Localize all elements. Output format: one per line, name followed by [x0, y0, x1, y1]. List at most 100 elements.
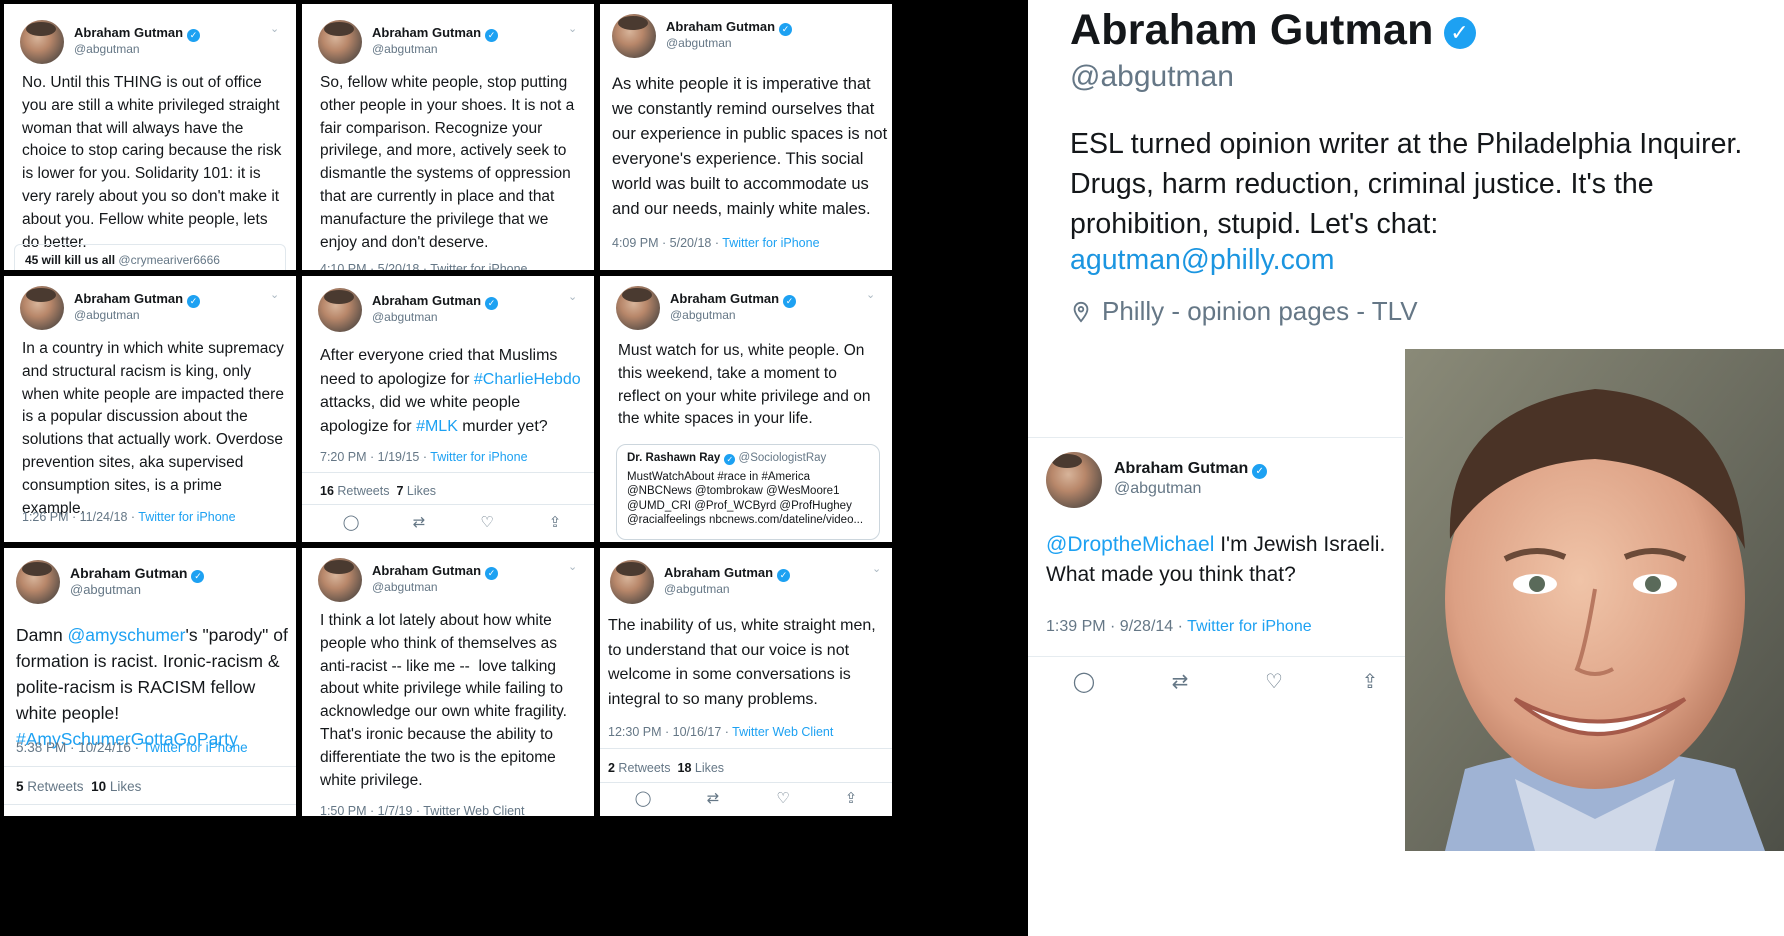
author-handle[interactable]: @abgutman — [372, 310, 438, 324]
like-icon[interactable]: ♡ — [478, 514, 496, 532]
author-name[interactable]: Abraham Gutman — [74, 25, 183, 40]
tweet-text: After everyone cried that Muslims need t… — [320, 344, 584, 438]
tweet-source-link[interactable]: Twitter for iPhone — [430, 450, 527, 464]
tweet-source-link[interactable]: Twitter for iPhone — [722, 236, 819, 250]
tweet-card[interactable]: Abraham Gutman ✓ @abgutman Damn @amyschum… — [4, 548, 296, 816]
profile-email-link[interactable]: agutman@philly.com — [1070, 244, 1334, 277]
avatar[interactable] — [616, 286, 660, 330]
retweet-icon[interactable]: ⇄ — [1168, 670, 1192, 694]
chevron-down-icon[interactable]: ⌄ — [270, 290, 280, 301]
tweet-header: Abraham Gutman ✓ @abgutman — [612, 14, 876, 62]
tweet-text: The inability of us, white straight men,… — [608, 617, 881, 708]
tweet-card[interactable]: Abraham Gutman ✓ @abgutman ⌄ No. Until th… — [4, 4, 296, 270]
chevron-down-icon[interactable]: ⌄ — [568, 562, 578, 573]
like-count[interactable]: 10 — [91, 779, 106, 794]
author-handle[interactable]: @abgutman — [670, 308, 736, 322]
retweet-count[interactable]: 2 — [608, 761, 615, 775]
author-name[interactable]: Abraham Gutman — [74, 291, 183, 306]
author-handle[interactable]: @abgutman — [74, 308, 140, 322]
chevron-down-icon[interactable]: ⌄ — [568, 24, 578, 35]
verified-check-icon: ✓ — [779, 23, 793, 36]
tweet-source-link[interactable]: Twitter for iPhone — [143, 740, 248, 755]
tweet-source-link[interactable]: Twitter Web Client — [732, 725, 833, 739]
retweet-icon[interactable]: ⇄ — [410, 514, 428, 532]
reply-icon[interactable]: ◯ — [634, 790, 652, 808]
author-name[interactable]: Abraham Gutman — [666, 19, 775, 34]
author-handle[interactable]: @abgutman — [666, 36, 732, 50]
avatar[interactable] — [16, 560, 60, 604]
retweet-count[interactable]: 16 — [320, 484, 334, 498]
avatar[interactable] — [20, 286, 64, 330]
author-handle[interactable]: @abgutman — [1114, 480, 1201, 498]
avatar[interactable] — [318, 288, 362, 332]
reply-icon[interactable]: ◯ — [342, 514, 360, 532]
author-name[interactable]: Abraham Gutman — [372, 293, 481, 308]
hashtag-link[interactable]: #CharlieHebdo — [474, 371, 581, 388]
author-name[interactable]: Abraham Gutman — [372, 563, 481, 578]
author-name[interactable]: Abraham Gutman — [664, 565, 773, 580]
author-name[interactable]: Abraham Gutman — [670, 291, 779, 306]
tweet-source-link[interactable]: Twitter for iPhone — [138, 510, 235, 524]
tweet-header: Abraham Gutman ✓ @abgutman ⌄ — [318, 20, 578, 68]
tweet-card[interactable]: Abraham Gutman ✓ @abgutman ⌄ The inabilit… — [600, 548, 892, 816]
avatar[interactable] — [318, 20, 362, 64]
tweet-card[interactable]: Abraham Gutman ✓ @abgutman ⌄ In a country… — [4, 276, 296, 542]
chevron-down-icon[interactable]: ⌄ — [866, 290, 876, 301]
mention-link[interactable]: @DroptheMichael — [1046, 533, 1214, 556]
avatar[interactable] — [612, 14, 656, 58]
tweet-header: Abraham Gutman ✓ @abgutman ⌄ — [610, 560, 881, 608]
chevron-down-icon[interactable]: ⌄ — [872, 564, 882, 575]
tweet-card[interactable]: Abraham Gutman ✓ @abgutman ⌄ After everyo… — [302, 276, 594, 542]
avatar[interactable] — [20, 20, 64, 64]
share-icon[interactable]: ⇪ — [1358, 670, 1382, 694]
reply-icon[interactable]: ◯ — [1072, 670, 1096, 694]
retweet-count[interactable]: 5 — [16, 779, 24, 794]
chevron-down-icon[interactable]: ⌄ — [270, 24, 280, 35]
retweet-icon[interactable]: ⇄ — [704, 790, 722, 808]
like-icon[interactable]: ♡ — [774, 790, 792, 808]
text-segment: Damn — [16, 625, 68, 645]
tweet-card[interactable]: Abraham Gutman ✓ @abgutman ⌄ Must watch f… — [600, 276, 892, 542]
author-handle[interactable]: @abgutman — [372, 42, 438, 56]
tweet-actions: ◯ ⇄ ♡ ⇪ — [1028, 670, 1405, 696]
tweet-card[interactable]: Abraham Gutman ✓ @abgutman @DroptheMichae… — [1028, 438, 1405, 718]
tweet-text: In a country in which white supremacy an… — [22, 340, 289, 517]
tweet-card[interactable]: Abraham Gutman ✓ @abgutman ⌄ So, fellow w… — [302, 4, 594, 270]
author-name[interactable]: Abraham Gutman — [372, 25, 481, 40]
quoted-tweet[interactable]: Dr. Rashawn Ray ✓ @SociologistRay MustWat… — [616, 444, 880, 540]
author-handle[interactable]: @abgutman — [74, 42, 140, 56]
author-name[interactable]: Abraham Gutman — [70, 565, 187, 581]
chevron-down-icon[interactable]: ⌄ — [568, 292, 578, 303]
avatar[interactable] — [610, 560, 654, 604]
share-icon[interactable]: ⇪ — [546, 514, 564, 532]
verified-check-icon: ✓ — [485, 29, 499, 42]
tweet-header: Abraham Gutman ✓ @abgutman ⌄ — [20, 286, 280, 334]
divider — [4, 804, 296, 805]
like-count[interactable]: 18 — [678, 761, 692, 775]
reply-author: 45 will kill us all — [25, 253, 116, 267]
author-handle[interactable]: @abgutman — [372, 580, 438, 594]
avatar[interactable] — [318, 558, 362, 602]
quoted-author-handle: @SociologistRay — [738, 452, 827, 464]
like-icon[interactable]: ♡ — [1262, 670, 1286, 694]
tweet-card[interactable]: Abraham Gutman ✓ @abgutman As white peopl… — [600, 4, 892, 270]
reply-preview[interactable]: 45 will kill us all @crymeariver6666 — [14, 244, 286, 270]
tweet-source-link[interactable]: Twitter for iPhone — [1187, 618, 1312, 635]
tweet-time: 1:26 PM · 11/24/18 · — [22, 510, 139, 524]
hashtag-link[interactable]: #MLK — [416, 418, 458, 435]
mention-link[interactable]: @amyschumer — [68, 625, 186, 645]
tweet-meta: 7:20 PM · 1/19/15 · Twitter for iPhone — [320, 450, 584, 464]
author-name[interactable]: Abraham Gutman — [1114, 460, 1248, 477]
author-handle[interactable]: @abgutman — [70, 582, 141, 597]
author-handle[interactable]: @abgutman — [664, 582, 730, 596]
tweet-time: 1:39 PM · 9/28/14 · — [1046, 618, 1188, 635]
tweet-time: 12:30 PM · 10/16/17 · — [608, 725, 733, 739]
verified-check-icon: ✓ — [777, 569, 791, 582]
retweets-label: Retweets — [23, 779, 84, 794]
divider — [600, 748, 892, 749]
tweet-card[interactable]: Abraham Gutman ✓ @abgutman ⌄ I think a lo… — [302, 548, 594, 816]
divider — [4, 766, 296, 767]
verified-check-icon: ✓ — [485, 297, 499, 310]
share-icon[interactable]: ⇪ — [842, 790, 860, 808]
avatar[interactable] — [1046, 452, 1102, 508]
